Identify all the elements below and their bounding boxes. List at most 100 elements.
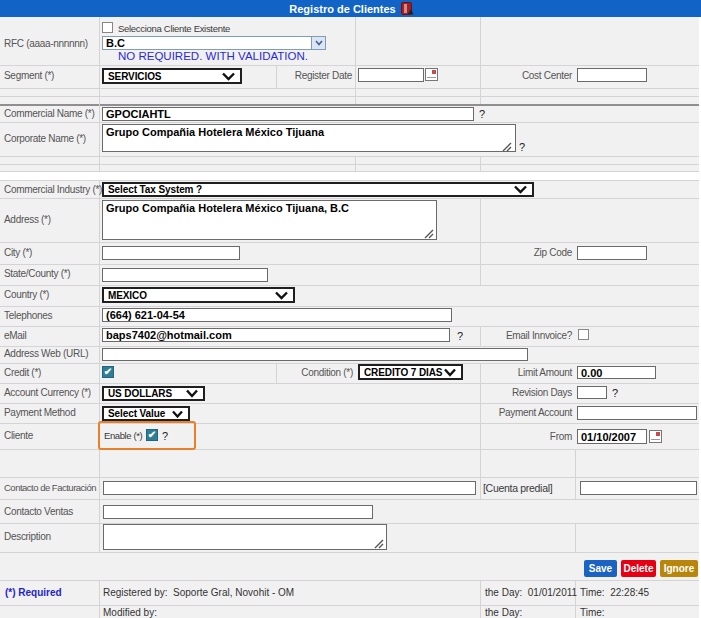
chevron-down-icon [513,185,528,194]
section-gap [0,172,701,180]
email-help[interactable]: ? [457,330,463,342]
divider [0,242,699,243]
modified-by: Modified by: [103,607,157,618]
corporate-name-label: Corporate Name (*) [4,133,86,145]
cliente-label: Cliente [4,430,33,442]
revision-days-label: Revision Days [480,387,572,399]
rfc-combobox[interactable]: B.C [102,36,326,50]
commercial-industry-select[interactable]: Select Tax System ? [102,182,534,197]
condition-select[interactable]: CREDITO 7 DIAS [358,364,463,380]
divider [575,523,576,552]
limit-amount-input[interactable]: 0.00 [577,366,656,379]
cost-center-input[interactable] [577,68,647,82]
contacto-ventas-label: Contacto Ventas [4,506,73,518]
segment-select-value: SERVICIOS [108,71,161,82]
select-existing-client-checkbox[interactable] [102,22,113,33]
ignore-button[interactable]: Ignore [660,560,698,577]
dropdown-arrow-icon[interactable] [311,37,325,49]
commercial-industry-select-value: Select Tax System ? [108,184,202,195]
calendar-icon[interactable] [649,430,662,443]
enable-help[interactable]: ? [162,430,168,442]
segment-select[interactable]: SERVICIOS [102,68,242,84]
commercial-name-input[interactable]: GPOCIAHTL [102,107,474,121]
divider [0,552,699,553]
account-currency-select-value: US DOLLARS [108,388,172,399]
enable-checkbox[interactable]: ✔ [146,429,158,441]
email-input[interactable]: baps7402@hotmail.com [102,328,450,342]
zip-code-input[interactable] [577,246,647,260]
condition-label: Condition (*) [276,367,353,379]
contacto-facturacion-input[interactable] [103,481,476,495]
divider [0,96,699,97]
registro-de-clientes-form: Registro de Clientes RFC (aaaa-nnnnnn) S… [0,0,701,618]
payment-account-input[interactable] [577,406,697,420]
divider [480,17,481,104]
city-label: City (*) [4,247,32,259]
contacto-facturacion-label: Contacto de Facturación [4,482,96,494]
modified-time: Time: [580,607,605,618]
corporate-name-textarea[interactable]: Grupo Compañia Hotelera México Tijuana [102,124,516,152]
credit-checkbox[interactable]: ✔ [102,366,114,378]
city-input[interactable] [102,246,240,260]
revision-days-input[interactable] [577,386,607,399]
divider [99,580,100,618]
credit-label: Credit (*) [4,367,41,379]
divider [0,363,699,364]
divider [0,88,699,89]
revision-days-help[interactable]: ? [612,387,618,399]
description-textarea[interactable] [103,524,387,550]
commercial-name-help[interactable]: ? [479,108,485,120]
commercial-industry-label: Commercial Industry (*) [4,184,102,196]
corporate-name-help[interactable]: ? [519,141,525,153]
form-icon [401,2,412,15]
contacto-ventas-input[interactable] [103,505,373,519]
telephones-label: Telephones [4,310,52,322]
chevron-down-icon [221,72,236,81]
register-date-input[interactable] [358,68,424,82]
page-title: Registro de Clientes [289,3,395,15]
divider [0,122,699,123]
divider [480,198,481,285]
chevron-down-icon [171,410,184,418]
state-county-label: State/County (*) [4,268,70,280]
payment-method-select[interactable]: Select Value [102,406,190,421]
divider [0,156,699,157]
rfc-validation-note: NO REQUIRED. WITH VALIDATION. [118,50,308,62]
address-textarea[interactable]: Grupo Compañia Hotelera México Tijuana, … [102,200,437,240]
country-select[interactable]: MEXICO [102,287,295,303]
chevron-down-icon [274,291,289,300]
from-date-input[interactable]: 01/10/2007 [577,429,647,444]
state-county-input[interactable] [102,268,268,282]
telephones-input[interactable]: (664) 621-04-54 [102,308,452,322]
resize-handle[interactable] [374,539,384,549]
required-note: (*) Required [5,587,62,599]
enable-label: Enable (*) [104,430,142,442]
divider [0,198,699,199]
chevron-down-icon [443,368,457,377]
divider [0,164,699,165]
registered-by: Registered by: Soporte Gral, Novohit - O… [103,587,294,599]
address-web-input[interactable] [102,348,528,361]
email-invoice-checkbox[interactable] [578,329,589,340]
divider [480,580,481,618]
cost-center-label: Cost Center [480,70,572,82]
email-label: eMail [4,330,26,342]
save-button[interactable]: Save [584,560,617,577]
resize-handle[interactable] [424,229,434,239]
cuenta-predial-input[interactable] [580,481,697,495]
payment-method-label: Payment Method [4,407,75,419]
divider [0,477,699,478]
registered-day: the Day: 01/01/2011 [485,587,577,599]
divider [0,580,699,581]
divider [0,65,699,66]
divider [0,346,699,347]
rfc-label: RFC (aaaa-nnnnnn) [4,38,88,50]
resize-handle[interactable] [502,142,512,152]
address-label: Address (*) [4,214,51,226]
calendar-icon[interactable] [425,68,438,81]
account-currency-select[interactable]: US DOLLARS [102,386,205,401]
divider [99,17,100,171]
delete-button[interactable]: Delete [621,560,656,577]
divider [0,499,699,500]
country-label: Country (*) [4,289,49,301]
